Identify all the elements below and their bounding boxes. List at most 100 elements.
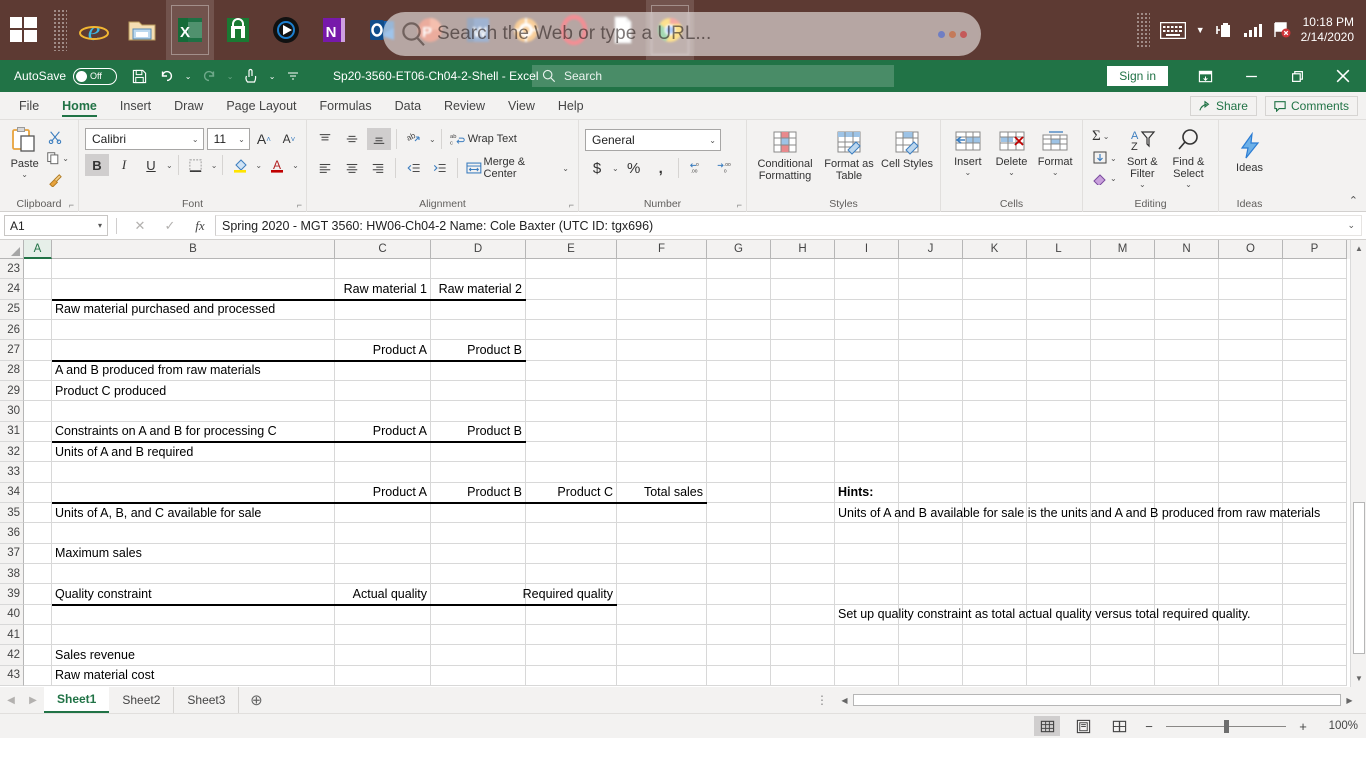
cell-K33[interactable] [963, 462, 1027, 483]
copy-dropdown-icon[interactable]: ⌄ [62, 154, 69, 163]
borders-dropdown-icon[interactable]: ⌄ [211, 161, 218, 170]
cell-N34[interactable] [1155, 482, 1219, 503]
font-family-select[interactable]: Calibri ⌄ [85, 128, 204, 150]
previous-sheet-button[interactable]: ◀ [0, 695, 22, 706]
cell-E30[interactable] [526, 401, 617, 422]
cell-H42[interactable] [771, 645, 835, 666]
column-header-c[interactable]: C [335, 240, 431, 259]
cell-F42[interactable] [617, 645, 707, 666]
cell-L33[interactable] [1027, 462, 1091, 483]
row-header-36[interactable]: 36 [0, 523, 24, 544]
cell-G40[interactable] [707, 604, 771, 625]
cell-M38[interactable] [1091, 563, 1155, 585]
cell-N23[interactable] [1155, 259, 1219, 280]
cell-D32[interactable] [431, 441, 526, 463]
cell-A43[interactable] [24, 665, 52, 686]
sheet-tab-sheet2[interactable]: Sheet2 [109, 687, 175, 713]
cell-A24[interactable] [24, 279, 52, 300]
cell-M25[interactable] [1091, 299, 1155, 320]
cell-N24[interactable] [1155, 279, 1219, 300]
row-header-43[interactable]: 43 [0, 665, 24, 686]
cell-J41[interactable] [899, 624, 963, 646]
cell-N27[interactable] [1155, 340, 1219, 361]
cell-A41[interactable] [24, 624, 52, 646]
percent-format-button[interactable]: % [622, 157, 646, 179]
cell-A32[interactable] [24, 441, 52, 463]
cell-M32[interactable] [1091, 441, 1155, 463]
cell-I40[interactable]: Set up quality constraint as total actua… [835, 605, 1251, 625]
cell-I33[interactable] [835, 462, 899, 483]
cell-A29[interactable] [24, 380, 52, 402]
cell-I24[interactable] [835, 279, 899, 300]
column-header-d[interactable]: D [431, 240, 526, 259]
clipboard-dialog-launcher[interactable]: ⌐ [69, 200, 74, 210]
cell-H32[interactable] [771, 441, 835, 463]
cell-H40[interactable] [771, 604, 835, 625]
cell-A28[interactable] [24, 360, 52, 381]
cell-K24[interactable] [963, 279, 1027, 300]
cell-E23[interactable] [526, 259, 617, 280]
tab-review[interactable]: Review [433, 96, 496, 119]
cell-I29[interactable] [835, 380, 899, 402]
cell-E31[interactable] [526, 421, 617, 442]
taskbar-app-internet-explorer[interactable]: e [70, 0, 118, 60]
cell-D24[interactable]: Raw material 2 [431, 279, 526, 300]
cell-A39[interactable] [24, 584, 52, 605]
cell-I38[interactable] [835, 563, 899, 585]
cell-B41[interactable] [52, 624, 335, 646]
cell-D35[interactable] [431, 502, 526, 524]
cell-D29[interactable] [431, 380, 526, 402]
redo-dropdown[interactable]: ⌄ [223, 63, 237, 89]
cell-P28[interactable] [1283, 360, 1347, 381]
vertical-scroll-thumb[interactable] [1353, 502, 1365, 654]
align-bottom-button[interactable] [367, 128, 391, 150]
cell-A30[interactable] [24, 401, 52, 422]
cell-M42[interactable] [1091, 645, 1155, 666]
cell-F36[interactable] [617, 523, 707, 544]
cell-N41[interactable] [1155, 624, 1219, 646]
cell-G29[interactable] [707, 380, 771, 402]
cell-E39[interactable]: Required quality [523, 584, 617, 605]
cell-E42[interactable] [526, 645, 617, 666]
format-dropdown-icon[interactable]: ⌄ [1052, 168, 1059, 177]
signal-bars-icon[interactable] [1243, 22, 1263, 38]
cell-C29[interactable] [335, 380, 431, 402]
cell-B36[interactable] [52, 523, 335, 544]
cell-L27[interactable] [1027, 340, 1091, 361]
cell-J36[interactable] [899, 523, 963, 544]
row-header-34[interactable]: 34 [0, 482, 24, 503]
cell-N33[interactable] [1155, 462, 1219, 483]
cell-G41[interactable] [707, 624, 771, 646]
cell-O31[interactable] [1219, 421, 1283, 442]
cell-K31[interactable] [963, 421, 1027, 442]
cell-P36[interactable] [1283, 523, 1347, 544]
cell-I37[interactable] [835, 543, 899, 564]
excel-search-box[interactable]: Search [532, 65, 894, 87]
web-search-overlay[interactable]: Search the Web or type a URL... [383, 12, 981, 56]
cell-B34[interactable] [52, 482, 335, 503]
touch-mode-dropdown[interactable]: ⌄ [265, 63, 279, 89]
cell-P29[interactable] [1283, 380, 1347, 402]
cell-B33[interactable] [52, 462, 335, 483]
cell-F27[interactable] [617, 340, 707, 361]
cell-L42[interactable] [1027, 645, 1091, 666]
orientation-button[interactable]: ab [402, 128, 426, 150]
cell-M37[interactable] [1091, 543, 1155, 564]
cell-P42[interactable] [1283, 645, 1347, 666]
cell-G27[interactable] [707, 340, 771, 361]
cell-I31[interactable] [835, 421, 899, 442]
cell-K36[interactable] [963, 523, 1027, 544]
redo-button[interactable] [195, 63, 223, 89]
cell-D42[interactable] [431, 645, 526, 666]
cell-E26[interactable] [526, 319, 617, 341]
cell-area[interactable]: Raw material 1 Raw material 2 Raw material… [24, 259, 1366, 687]
cell-A31[interactable] [24, 421, 52, 442]
cell-M29[interactable] [1091, 380, 1155, 402]
cell-B35[interactable]: Units of A, B, and C available for sale [52, 503, 335, 524]
cell-P25[interactable] [1283, 299, 1347, 320]
tab-home[interactable]: Home [51, 96, 108, 119]
cell-L29[interactable] [1027, 380, 1091, 402]
cell-P31[interactable] [1283, 421, 1347, 442]
cell-N38[interactable] [1155, 563, 1219, 585]
zoom-level-label[interactable]: 100% [1320, 720, 1358, 732]
